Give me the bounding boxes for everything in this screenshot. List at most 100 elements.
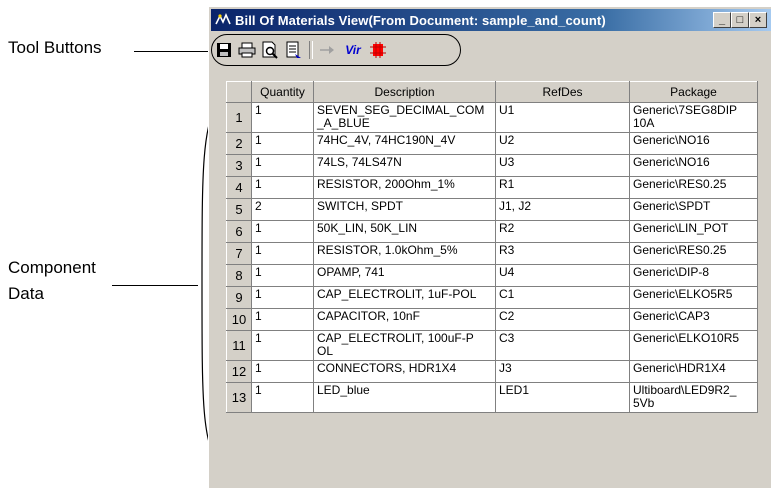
column-header-refdes[interactable]: RefDes: [495, 81, 630, 103]
cell-package[interactable]: Generic\NO16: [629, 154, 758, 177]
cell-description[interactable]: CAP_ELECTROLIT, 100uF-P OL: [313, 330, 496, 361]
row-header[interactable]: 9: [226, 286, 252, 309]
cell-refdes[interactable]: R3: [495, 242, 630, 265]
cell-package[interactable]: Generic\LIN_POT: [629, 220, 758, 243]
cell-refdes[interactable]: J3: [495, 360, 630, 383]
table-row[interactable]: 12 1 CONNECTORS, HDR1X4 J3 Generic\HDR1X4: [226, 360, 758, 383]
row-header[interactable]: 13: [226, 382, 252, 413]
cell-description[interactable]: RESISTOR, 1.0kOhm_5%: [313, 242, 496, 265]
print-preview-button[interactable]: [259, 39, 281, 61]
row-header[interactable]: 11: [226, 330, 252, 361]
component-button[interactable]: [367, 39, 389, 61]
cell-description[interactable]: CONNECTORS, HDR1X4: [313, 360, 496, 383]
cell-quantity[interactable]: 1: [251, 286, 314, 309]
component-data-callout-line1: Component: [8, 258, 96, 277]
table-row[interactable]: 2 1 74HC_4V, 74HC190N_4V U2 Generic\NO16: [226, 132, 758, 155]
save-icon: [217, 43, 231, 57]
row-header[interactable]: 10: [226, 308, 252, 331]
cell-package[interactable]: Generic\SPDT: [629, 198, 758, 221]
cell-quantity[interactable]: 1: [251, 102, 314, 133]
cell-description[interactable]: 74HC_4V, 74HC190N_4V: [313, 132, 496, 155]
cell-package[interactable]: Generic\CAP3: [629, 308, 758, 331]
cell-quantity[interactable]: 1: [251, 242, 314, 265]
cell-quantity[interactable]: 1: [251, 382, 314, 413]
export-icon: [286, 41, 301, 58]
cell-package[interactable]: Generic\DIP-8: [629, 264, 758, 287]
cell-quantity[interactable]: 1: [251, 132, 314, 155]
cell-refdes[interactable]: C2: [495, 308, 630, 331]
title-bar[interactable]: Bill Of Materials View(From Document: sa…: [211, 9, 771, 31]
cell-quantity[interactable]: 1: [251, 360, 314, 383]
cell-description[interactable]: OPAMP, 741: [313, 264, 496, 287]
row-header[interactable]: 4: [226, 176, 252, 199]
pointer-button[interactable]: [317, 39, 339, 61]
maximize-button[interactable]: □: [731, 12, 749, 28]
table-row[interactable]: 11 1 CAP_ELECTROLIT, 100uF-P OL C3 Generic\E…: [226, 330, 758, 361]
table-row[interactable]: 8 1 OPAMP, 741 U4 Generic\DIP-8: [226, 264, 758, 287]
export-button[interactable]: [282, 39, 304, 61]
cell-description[interactable]: 74LS, 74LS47N: [313, 154, 496, 177]
row-header[interactable]: 3: [226, 154, 252, 177]
save-button[interactable]: [213, 39, 235, 61]
cell-refdes[interactable]: C3: [495, 330, 630, 361]
cell-refdes[interactable]: R2: [495, 220, 630, 243]
cell-quantity[interactable]: 1: [251, 264, 314, 287]
table-row[interactable]: 1 1 SEVEN_SEG_DECIMAL_COM _A_BLUE U1 Generic…: [226, 102, 758, 133]
cell-refdes[interactable]: U4: [495, 264, 630, 287]
table-row[interactable]: 4 1 RESISTOR, 200Ohm_1% R1 Generic\RES0.25: [226, 176, 758, 199]
cell-quantity[interactable]: 1: [251, 308, 314, 331]
cell-package[interactable]: Generic\RES0.25: [629, 242, 758, 265]
row-header[interactable]: 12: [226, 360, 252, 383]
cell-package[interactable]: Generic\RES0.25: [629, 176, 758, 199]
row-header[interactable]: 6: [226, 220, 252, 243]
cell-refdes[interactable]: C1: [495, 286, 630, 309]
table-row[interactable]: 5 2 SWITCH, SPDT J1, J2 Generic\SPDT: [226, 198, 758, 221]
close-button[interactable]: ×: [749, 12, 767, 28]
column-header-description[interactable]: Description: [313, 81, 496, 103]
row-header[interactable]: 5: [226, 198, 252, 221]
row-header[interactable]: 2: [226, 132, 252, 155]
column-header-package[interactable]: Package: [629, 81, 758, 103]
table-row[interactable]: 10 1 CAPACITOR, 10nF C2 Generic\CAP3: [226, 308, 758, 331]
cell-package[interactable]: Generic\ELKO5R5: [629, 286, 758, 309]
table-row[interactable]: 6 1 50K_LIN, 50K_LIN R2 Generic\LIN_POT: [226, 220, 758, 243]
cell-package[interactable]: Ultiboard\LED9R2_ 5Vb: [629, 382, 758, 413]
cell-package[interactable]: Generic\HDR1X4: [629, 360, 758, 383]
table-row[interactable]: 7 1 RESISTOR, 1.0kOhm_5% R3 Generic\RES0.25: [226, 242, 758, 265]
cell-quantity[interactable]: 1: [251, 176, 314, 199]
cell-refdes[interactable]: J1, J2: [495, 198, 630, 221]
cell-quantity[interactable]: 2: [251, 198, 314, 221]
cell-package[interactable]: Generic\NO16: [629, 132, 758, 155]
window-title: Bill Of Materials View(From Document: sa…: [235, 12, 606, 28]
cell-refdes[interactable]: R1: [495, 176, 630, 199]
table-row[interactable]: 3 1 74LS, 74LS47N U3 Generic\NO16: [226, 154, 758, 177]
column-header-quantity[interactable]: Quantity: [251, 81, 314, 103]
cell-description[interactable]: 50K_LIN, 50K_LIN: [313, 220, 496, 243]
minimize-button[interactable]: _: [713, 12, 731, 28]
table-row[interactable]: 9 1 CAP_ELECTROLIT, 1uF-POL C1 Generic\ELKO5…: [226, 286, 758, 309]
cell-refdes[interactable]: U3: [495, 154, 630, 177]
cell-refdes[interactable]: U1: [495, 102, 630, 133]
cell-description[interactable]: CAPACITOR, 10nF: [313, 308, 496, 331]
cell-refdes[interactable]: U2: [495, 132, 630, 155]
virtual-button[interactable]: Vir: [340, 39, 366, 61]
cell-description[interactable]: SEVEN_SEG_DECIMAL_COM _A_BLUE: [313, 102, 496, 133]
cell-description[interactable]: RESISTOR, 200Ohm_1%: [313, 176, 496, 199]
cell-refdes[interactable]: LED1: [495, 382, 630, 413]
tool-buttons-leader: [134, 51, 208, 52]
cell-package[interactable]: Generic\7SEG8DIP 10A: [629, 102, 758, 133]
cell-description[interactable]: SWITCH, SPDT: [313, 198, 496, 221]
cell-quantity[interactable]: 1: [251, 154, 314, 177]
cell-description[interactable]: CAP_ELECTROLIT, 1uF-POL: [313, 286, 496, 309]
table-row[interactable]: 13 1 LED_blue LED1 Ultiboard\LED9R2_ 5Vb: [226, 382, 758, 413]
row-header[interactable]: 8: [226, 264, 252, 287]
print-button[interactable]: [236, 39, 258, 61]
row-header[interactable]: 7: [226, 242, 252, 265]
cell-quantity[interactable]: 1: [251, 220, 314, 243]
cell-quantity[interactable]: 1: [251, 330, 314, 361]
cell-description[interactable]: LED_blue: [313, 382, 496, 413]
component-data-leader: [112, 285, 198, 286]
row-header[interactable]: 1: [226, 102, 252, 133]
cell-package[interactable]: Generic\ELKO10R5: [629, 330, 758, 361]
corner-header[interactable]: [226, 81, 252, 103]
